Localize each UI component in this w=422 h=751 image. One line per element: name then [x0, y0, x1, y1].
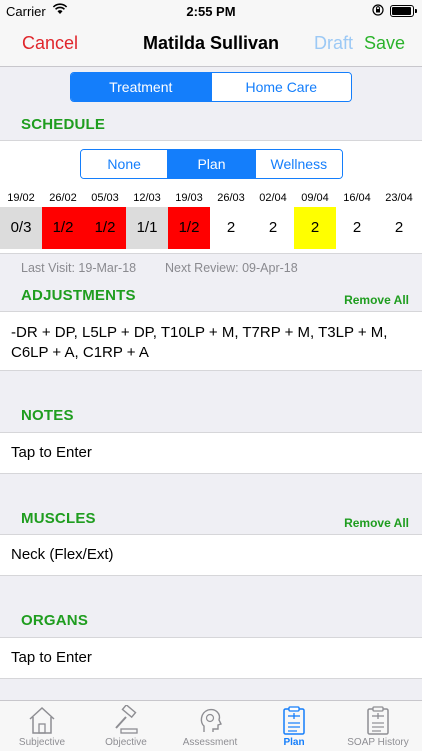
tab-plan[interactable]: Plan [252, 701, 336, 751]
adjustments-remove-all-button[interactable]: Remove All [344, 293, 409, 307]
schedule-cell[interactable]: 2 [378, 207, 420, 249]
tab-soap-history[interactable]: SOAP History [336, 701, 420, 751]
patient-name-title: Matilda Sullivan [142, 33, 280, 53]
head-icon [200, 708, 222, 732]
tab-subjective[interactable]: Subjective [0, 701, 84, 751]
schedule-date: 16/04 [343, 192, 371, 204]
muscles-row[interactable]: Neck (Flex/Ext) [0, 534, 422, 576]
tab-label: Objective [105, 737, 147, 748]
organs-row[interactable]: Tap to Enter [0, 637, 422, 679]
save-button[interactable]: Save [364, 33, 405, 54]
schedule-date: 23/04 [385, 192, 413, 204]
segment-home-care[interactable]: Home Care [210, 73, 351, 101]
clipboard-icon [283, 706, 305, 735]
schedule-heading: SCHEDULE [21, 116, 106, 133]
schedule-cell[interactable]: 1/2 [42, 207, 84, 249]
schedule-segment-control: None Plan Wellness [80, 149, 343, 179]
schedule-date: 12/03 [133, 192, 161, 204]
battery-icon [390, 5, 417, 17]
schedule-cell[interactable]: 2 [210, 207, 252, 249]
schedule-date: 26/02 [49, 192, 77, 204]
segment-treatment[interactable]: Treatment [71, 73, 211, 101]
schedule-cell[interactable]: 1/2 [168, 207, 210, 249]
notes-placeholder: Tap to Enter [11, 444, 92, 461]
schedule-cell[interactable]: 2 [294, 207, 336, 249]
status-bar: Carrier 2:55 PM [0, 0, 422, 22]
tab-label: Assessment [182, 737, 238, 748]
draft-button[interactable]: Draft [314, 33, 353, 54]
schedule-cell[interactable]: 1/2 [84, 207, 126, 249]
segment-plan[interactable]: Plan [167, 150, 255, 178]
next-review-label: Next Review: 09-Apr-18 [165, 261, 298, 275]
tab-objective[interactable]: Objective [84, 701, 168, 751]
segment-wellness[interactable]: Wellness [254, 150, 342, 178]
schedule-date: 19/02 [7, 192, 35, 204]
organs-heading: ORGANS [21, 612, 89, 629]
schedule-cells-row: 0/3 1/2 1/2 1/1 1/2 2 2 2 2 2 [0, 207, 422, 249]
tab-label: Subjective [18, 737, 66, 748]
schedule-cell[interactable]: 2 [252, 207, 294, 249]
schedule-cell[interactable]: 1/1 [126, 207, 168, 249]
notes-row[interactable]: Tap to Enter [0, 432, 422, 474]
navigation-bar: Cancel Matilda Sullivan Draft Save [0, 22, 422, 67]
tab-label: SOAP History [347, 737, 409, 748]
tab-assessment[interactable]: Assessment [168, 701, 252, 751]
house-icon [29, 706, 55, 734]
organs-placeholder: Tap to Enter [11, 649, 92, 666]
last-visit-label: Last Visit: 19-Mar-18 [21, 261, 137, 275]
muscles-remove-all-button[interactable]: Remove All [344, 516, 409, 530]
schedule-cell[interactable]: 0/3 [0, 207, 42, 249]
muscles-value: Neck (Flex/Ext) [11, 546, 114, 563]
gavel-icon [115, 705, 138, 734]
adjustments-row[interactable]: -DR + DP, L5LP + DP, T10LP + M, T7RP + M… [0, 311, 422, 371]
treatment-segment-control: Treatment Home Care [70, 72, 352, 102]
orientation-lock-icon [372, 4, 384, 16]
schedule-cell[interactable]: 2 [336, 207, 378, 249]
adjustments-line-2: C6LP + A, C1RP + A [11, 344, 149, 361]
notes-heading: NOTES [21, 407, 74, 424]
schedule-dates-row: 19/02 26/02 05/03 12/03 19/03 26/03 02/0… [0, 192, 422, 206]
schedule-date: 02/04 [259, 192, 287, 204]
adjustments-line-1: -DR + DP, L5LP + DP, T10LP + M, T7RP + M… [11, 324, 388, 341]
clipboard-history-icon [367, 706, 389, 735]
schedule-date: 19/03 [175, 192, 203, 204]
schedule-date: 09/04 [301, 192, 329, 204]
segment-none[interactable]: None [81, 150, 168, 178]
tab-bar: Subjective Objective Assessment Plan SOA… [0, 700, 422, 751]
tab-label: Plan [283, 737, 305, 748]
muscles-heading: MUSCLES [21, 510, 96, 527]
clock: 2:55 PM [186, 4, 236, 19]
schedule-date: 26/03 [217, 192, 245, 204]
schedule-date: 05/03 [91, 192, 119, 204]
adjustments-heading: ADJUSTMENTS [21, 287, 136, 304]
